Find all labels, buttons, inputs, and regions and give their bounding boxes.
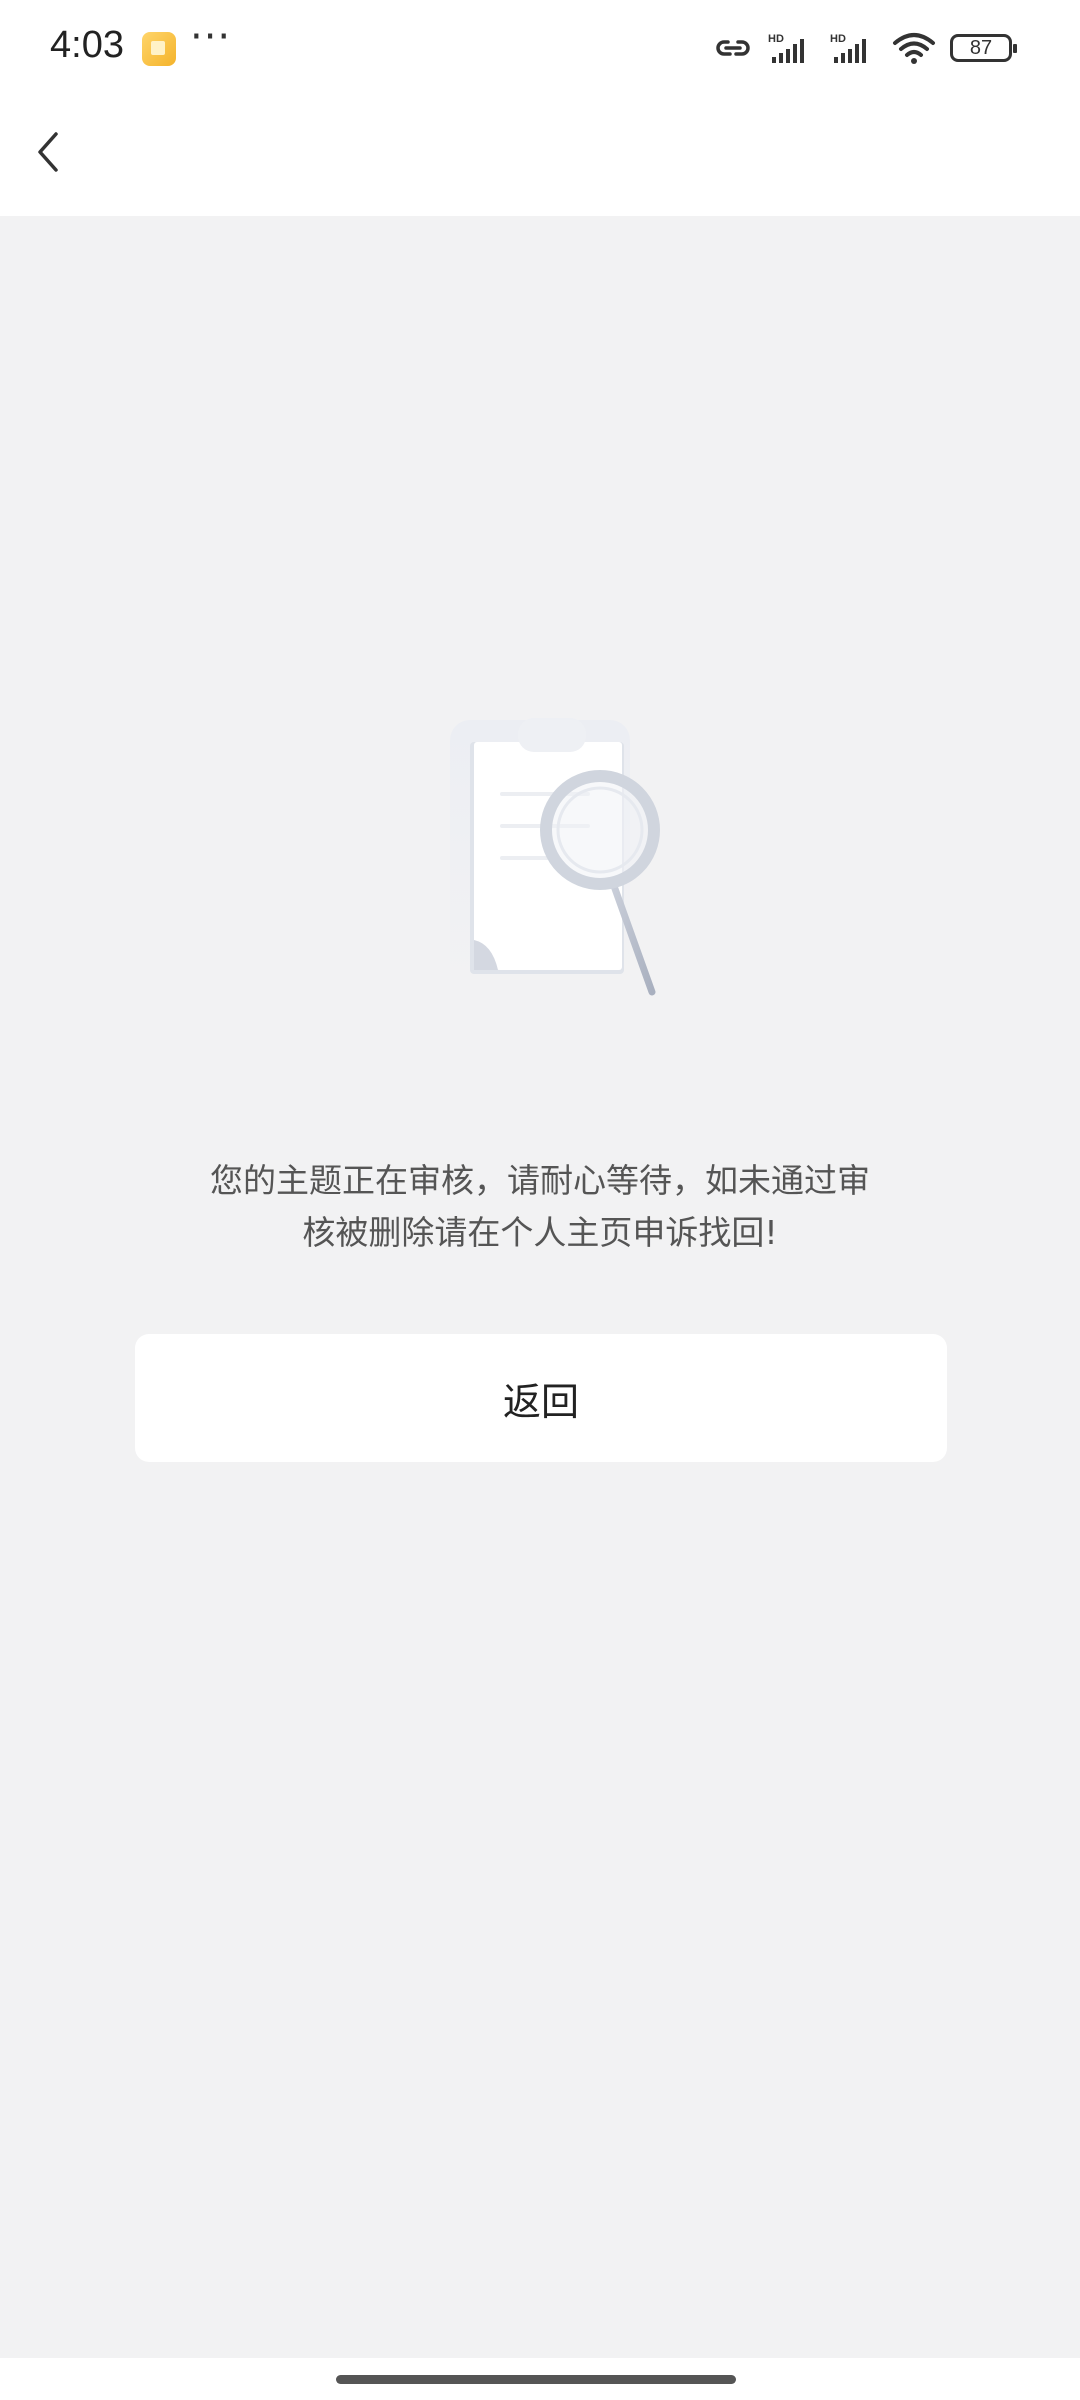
notification-app-icon xyxy=(142,32,176,66)
wifi-icon xyxy=(893,33,935,64)
clipboard-search-icon xyxy=(400,700,680,1010)
battery-icon: 87 xyxy=(950,34,1017,62)
hd-signal-icon: HD xyxy=(830,33,866,63)
back-button[interactable] xyxy=(14,112,94,192)
review-pending-message: 您的主题正在审核，请耐心等待，如未通过审 核被删除请在个人主页申诉找回! xyxy=(110,1155,970,1259)
message-line-2: 核被删除请在个人主页申诉找回! xyxy=(302,1213,778,1252)
home-indicator[interactable] xyxy=(336,2375,736,2384)
hd-signal-icon: HD xyxy=(768,33,804,63)
nav-bar xyxy=(0,98,1080,216)
status-icons: HD HD 87 xyxy=(712,28,1017,68)
svg-text:HD: HD xyxy=(768,33,784,45)
more-notifications-indicator: ··· xyxy=(190,14,232,60)
link-icon xyxy=(716,40,750,56)
chevron-left-icon xyxy=(38,132,58,172)
svg-text:HD: HD xyxy=(830,33,846,45)
status-time: 4:03 xyxy=(50,24,124,66)
message-line-1: 您的主题正在审核，请耐心等待，如未通过审 xyxy=(210,1161,870,1200)
return-button-label: 返回 xyxy=(502,1379,579,1424)
status-bar: 4:03 ··· HD HD 87 xyxy=(0,0,1080,98)
return-button[interactable]: 返回 xyxy=(135,1334,947,1462)
